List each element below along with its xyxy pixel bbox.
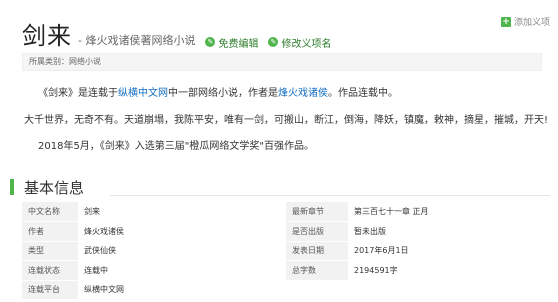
info-label: 发表日期 xyxy=(286,241,348,261)
info-value: 武侠仙侠 xyxy=(78,241,286,261)
basic-info-header: 基本信息 xyxy=(10,177,550,197)
summary-text: 。作品连载中。 xyxy=(328,88,398,99)
platform-link[interactable]: 纵横中文网 xyxy=(118,88,168,99)
info-label: 类型 xyxy=(22,241,78,261)
info-value: 纵横中文网 xyxy=(78,280,286,300)
table-row: 作者 烽火戏诸侯 是否出版 暂未出版 xyxy=(22,221,558,242)
author-link[interactable]: 烽火戏诸侯 xyxy=(278,88,328,99)
info-label: 中文名称 xyxy=(22,202,78,222)
table-row: 类型 武侠仙侠 发表日期 2017年6月1日 xyxy=(22,241,558,261)
info-label: 连载平台 xyxy=(22,280,78,300)
category-bar: 所属类别：网络小说 xyxy=(22,53,542,71)
section-title: 基本信息 xyxy=(24,179,85,197)
empty-cell xyxy=(348,280,558,300)
section-accent-bar xyxy=(10,179,14,195)
basic-info-table: 中文名称 剑来 最新章节 第三百七十一章 正月 作者 烽火戏诸侯 是否出版 暂未… xyxy=(22,202,558,300)
info-value: 剑来 xyxy=(78,202,286,222)
summary-paragraph-3: 2018年5月，《剑来》入选第三届"橙瓜网络文学奖"百强作品。 xyxy=(38,141,315,152)
info-value: 烽火戏诸侯 xyxy=(78,221,286,242)
info-value: 暂未出版 xyxy=(348,221,558,242)
edit-item-name-label: 修改义项名 xyxy=(281,38,332,50)
table-row: 中文名称 剑来 最新章节 第三百七十一章 正月 xyxy=(22,202,558,222)
info-value: 第三百七十一章 正月 xyxy=(348,202,558,222)
entry-subtitle: - 烽火戏诸侯著网络小说 xyxy=(78,34,196,47)
free-edit-label: 免费编辑 xyxy=(218,38,259,50)
free-edit-link[interactable]: ✎ 免费编辑 xyxy=(205,35,258,50)
plus-icon: + xyxy=(500,16,511,27)
info-value: 连载中 xyxy=(78,260,286,281)
empty-cell xyxy=(286,280,348,300)
summary-paragraph-1: 《剑来》是连载于纵横中文网中一部网络小说，作者是烽火戏诸侯。作品连载中。 xyxy=(38,84,398,99)
info-label: 最新章节 xyxy=(286,202,348,222)
summary-text: 中一部网络小说，作者是 xyxy=(168,88,278,99)
info-label: 作者 xyxy=(22,221,78,242)
info-label: 连载状态 xyxy=(22,260,78,281)
summary-paragraph-2: 大千世界，无奇不有。天道崩塌，我陈平安，唯有一剑，可搬山，断江，倒海，降妖，镇魔… xyxy=(24,115,549,126)
table-row: 连载平台 纵横中文网 xyxy=(22,280,558,300)
summary-text: 《剑来》是连载于 xyxy=(38,88,118,99)
pencil-icon: ✎ xyxy=(205,37,216,47)
edit-icon: ✎ xyxy=(268,37,279,47)
entry-title: 剑来 xyxy=(22,22,72,50)
add-synonym-label: 添加义项 xyxy=(513,18,550,28)
info-label: 总字数 xyxy=(286,260,348,281)
section-divider xyxy=(110,195,550,196)
entry-title-row: 剑来 - 烽火戏诸侯著网络小说 ✎ 免费编辑 ✎ 修改义项名 xyxy=(22,16,331,51)
info-value: 2017年6月1日 xyxy=(348,241,558,261)
add-synonym-button[interactable]: + 添加义项 xyxy=(500,15,550,28)
table-row: 连载状态 连载中 总字数 2194591字 xyxy=(22,260,558,281)
info-value: 2194591字 xyxy=(348,260,558,281)
edit-item-name-link[interactable]: ✎ 修改义项名 xyxy=(268,35,331,50)
info-label: 是否出版 xyxy=(286,221,348,242)
